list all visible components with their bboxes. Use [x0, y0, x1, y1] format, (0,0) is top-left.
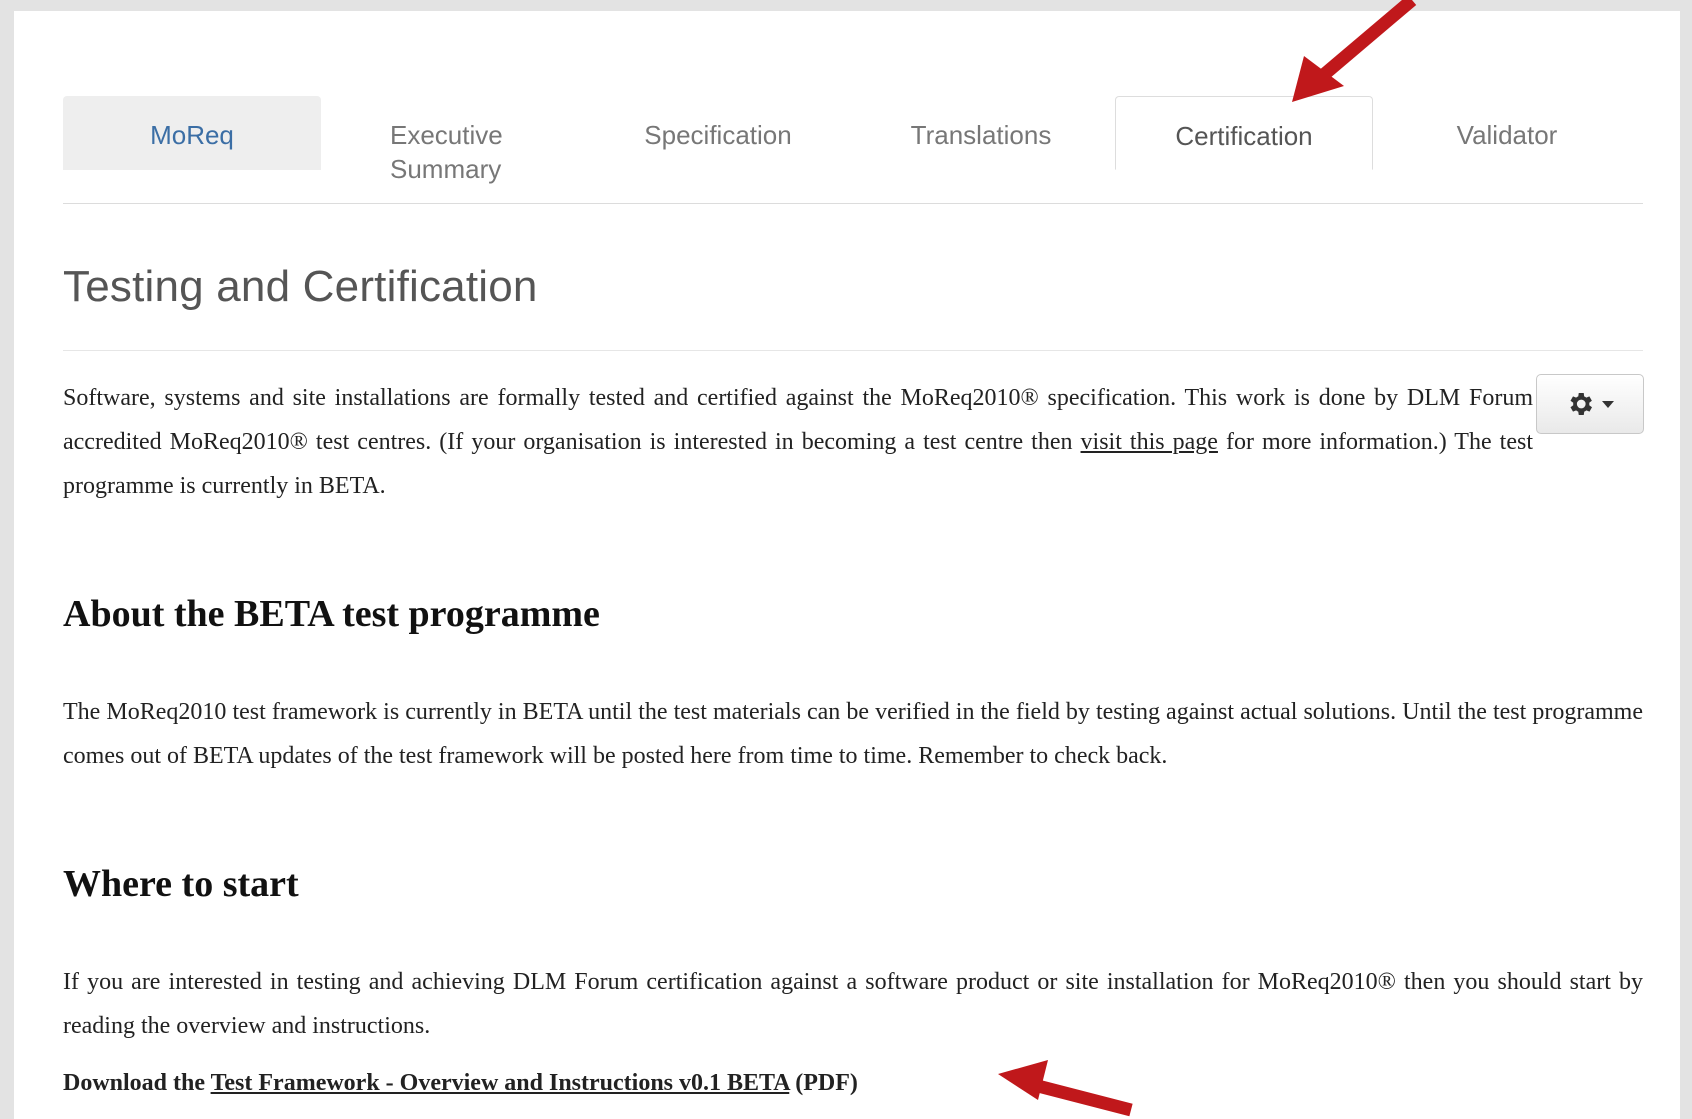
test-framework-pdf-link[interactable]: Test Framework - Overview and Instructio…	[211, 1070, 790, 1096]
download-line: Download the Test Framework - Overview a…	[63, 1070, 858, 1097]
tab-executive-summary-line2: Summary	[390, 154, 502, 184]
window-frame-right	[1680, 0, 1692, 1119]
where-to-start-paragraph: If you are interested in testing and ach…	[63, 969, 1643, 1039]
tab-executive-summary-line1: Executive	[390, 120, 503, 150]
page-title: Testing and Certification	[63, 262, 538, 311]
title-divider	[63, 350, 1643, 351]
settings-dropdown-button[interactable]	[1536, 374, 1644, 434]
tab-translations[interactable]: Translations	[852, 96, 1110, 170]
window-frame-top	[0, 0, 1692, 11]
annotation-arrow-download	[998, 1060, 1133, 1117]
caret-down-icon	[1602, 401, 1614, 408]
nav-tabs: MoReq Executive Summary Specification Tr…	[63, 96, 1643, 204]
tab-moreq[interactable]: MoReq	[63, 96, 321, 170]
tab-validator[interactable]: Validator	[1378, 96, 1636, 170]
tab-specification[interactable]: Specification	[589, 96, 847, 170]
gear-icon	[1570, 393, 1592, 415]
window-frame-left	[0, 0, 14, 1119]
annotation-arrow-certification	[1292, 0, 1417, 102]
about-heading: About the BETA test programme	[63, 593, 600, 635]
tabs-divider	[63, 203, 1643, 204]
download-suffix: (PDF)	[789, 1070, 858, 1096]
intro-paragraph: Software, systems and site installations…	[63, 376, 1533, 508]
visit-this-page-link[interactable]: visit this page	[1081, 429, 1218, 455]
about-paragraph: The MoReq2010 test framework is currentl…	[63, 699, 1643, 769]
tab-executive-summary[interactable]: Executive Summary	[326, 96, 584, 184]
where-to-start-heading: Where to start	[63, 863, 299, 905]
tab-certification[interactable]: Certification	[1115, 96, 1373, 170]
download-prefix: Download the	[63, 1070, 211, 1096]
